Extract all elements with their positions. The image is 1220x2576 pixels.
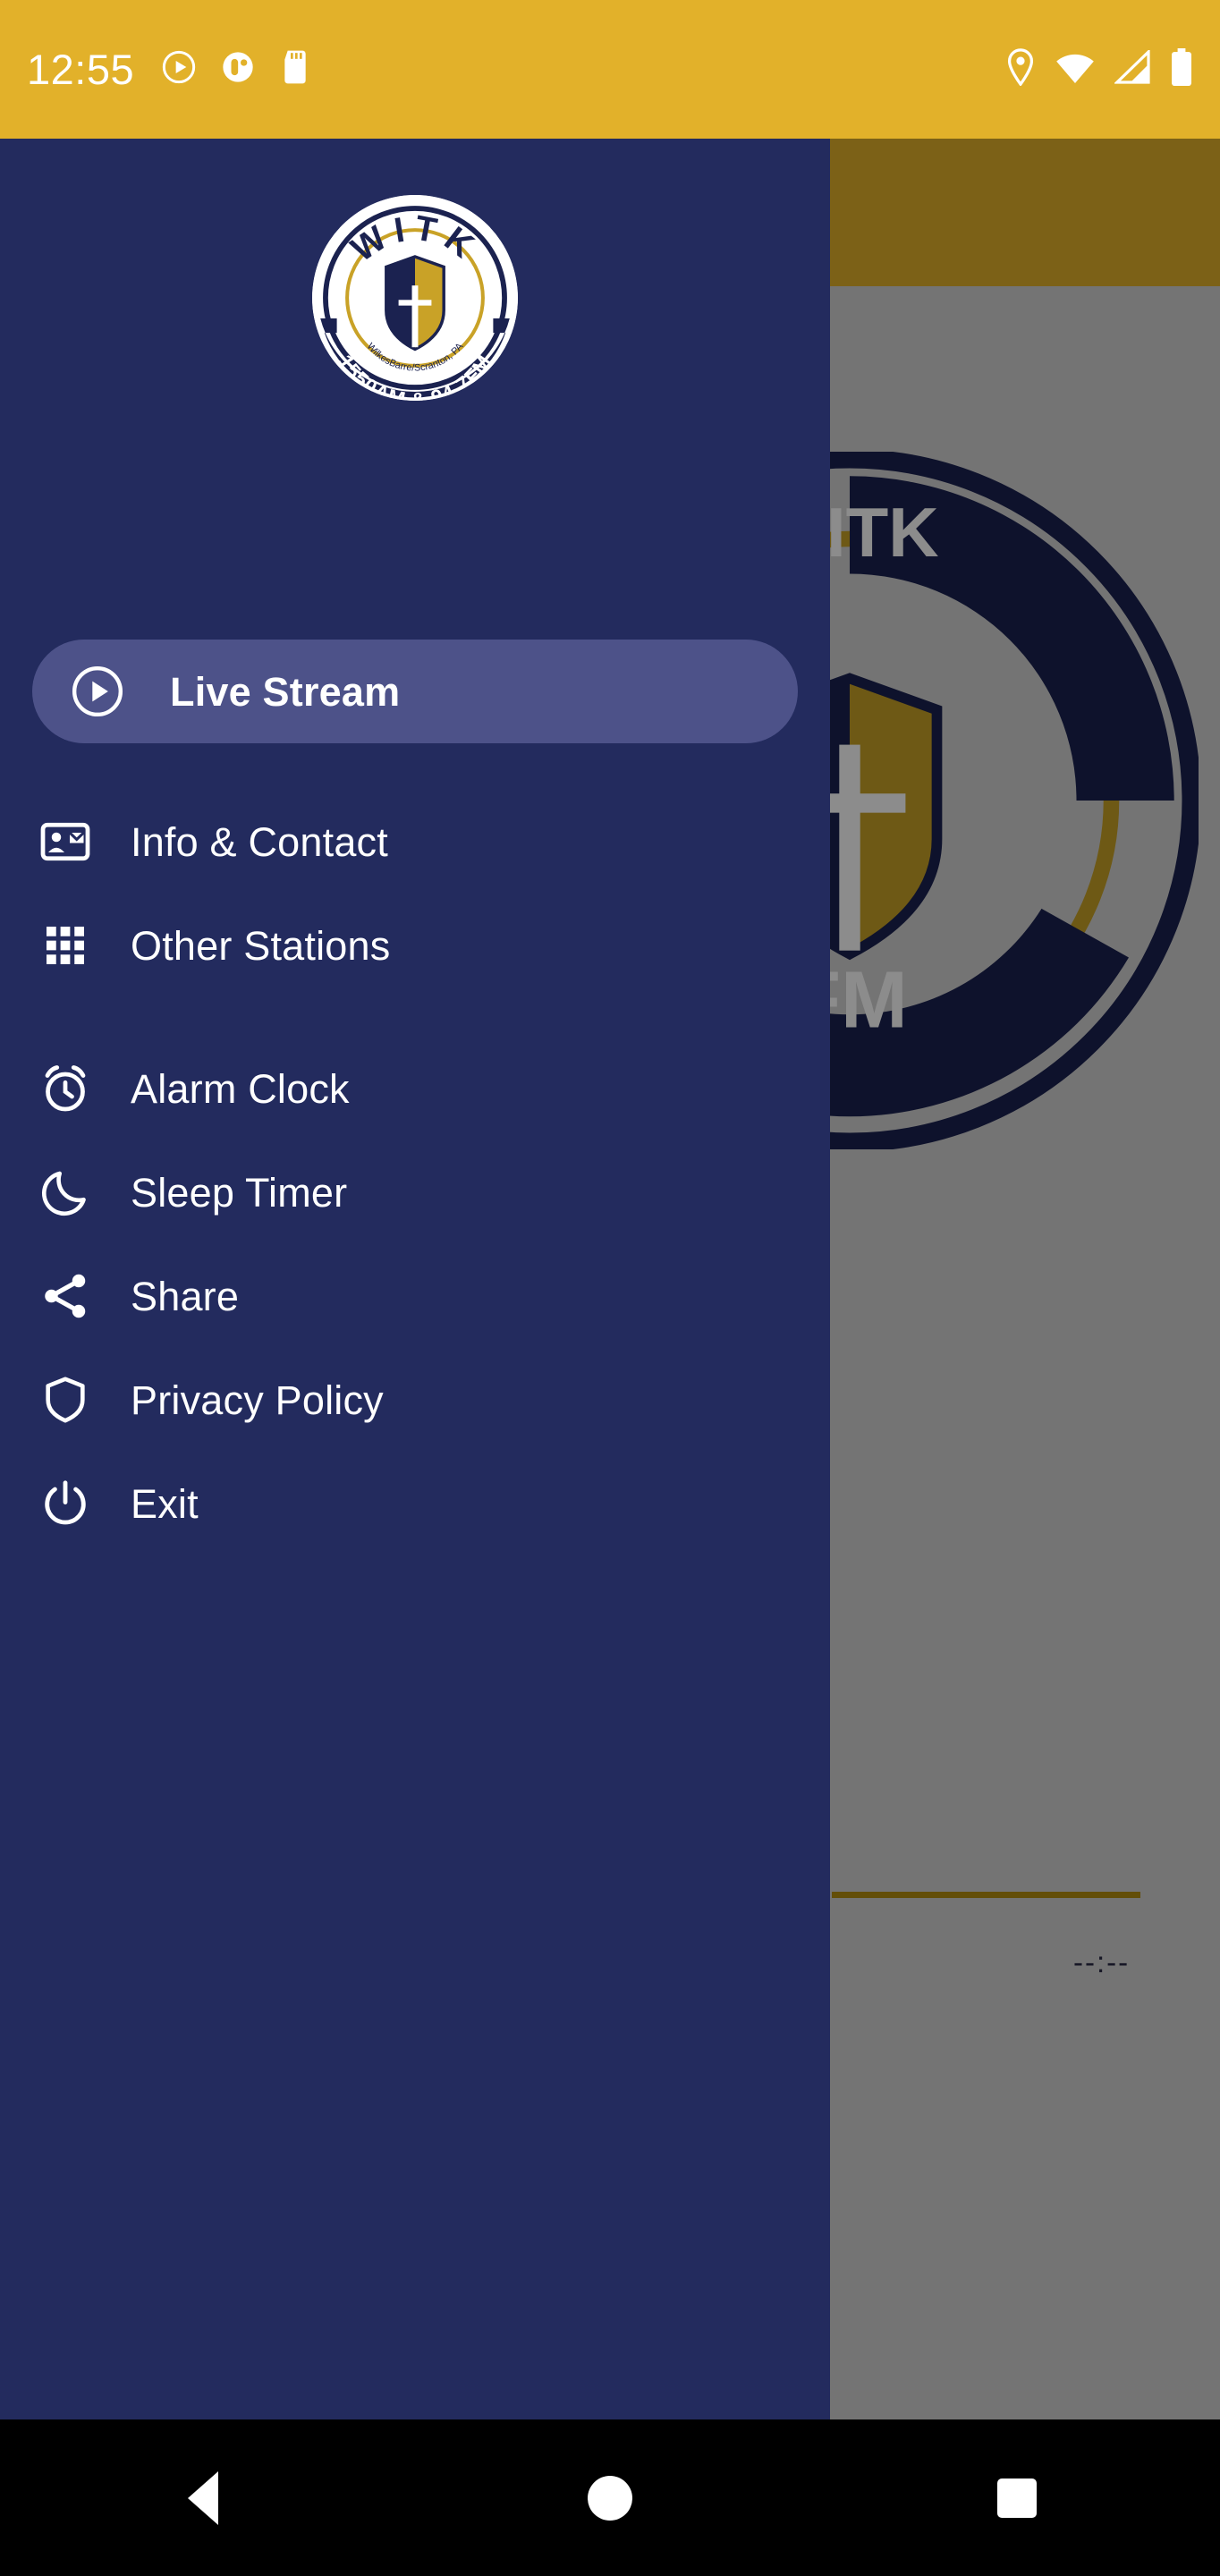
moon-icon [32, 1159, 98, 1225]
battery-icon [1170, 48, 1193, 90]
wifi-icon [1055, 50, 1095, 89]
menu-item-label: Share [131, 1273, 240, 1319]
nav-home-button[interactable] [543, 2419, 677, 2576]
menu-item-label: Alarm Clock [131, 1065, 350, 1112]
status-bar: 12:55 [0, 0, 1220, 139]
phone-screen: M WilkesBar… FM WITK --:-- [0, 0, 1220, 2576]
menu-spacer [0, 743, 830, 790]
android-navigation-bar [0, 2419, 1220, 2576]
status-bar-clock: 12:55 [27, 46, 135, 93]
shield-icon [32, 1367, 98, 1433]
menu-item-live-stream[interactable]: Live Stream [32, 640, 798, 743]
menu-item-label: Other Stations [131, 922, 391, 969]
navigation-drawer: WITK WilkesBarre/Scranton, PA 1550AM & 9… [0, 139, 830, 2419]
menu-item-exit[interactable]: Exit [0, 1452, 830, 1555]
play-circle-icon [64, 658, 131, 724]
sd-card-icon [279, 49, 311, 89]
triangle-back-icon [188, 2470, 219, 2525]
app-notification-icon [220, 49, 256, 89]
cellular-signal-icon [1114, 48, 1150, 89]
nav-recents-button[interactable] [950, 2419, 1084, 2576]
menu-spacer [0, 997, 830, 1037]
grid-apps-icon [32, 912, 98, 979]
drawer-menu-list: Live Stream Info & Contact Other Station… [0, 640, 830, 1555]
share-icon [32, 1263, 98, 1329]
status-bar-left-icons [161, 49, 311, 89]
circle-home-icon [587, 2475, 632, 2521]
menu-item-info-contact[interactable]: Info & Contact [0, 790, 830, 894]
menu-item-label: Privacy Policy [131, 1377, 384, 1423]
menu-item-sleep-timer[interactable]: Sleep Timer [0, 1140, 830, 1244]
nav-back-button[interactable] [136, 2419, 270, 2576]
status-bar-right-icons [1005, 48, 1193, 90]
drawer-station-logo: WITK WilkesBarre/Scranton, PA 1550AM & 9… [312, 195, 518, 401]
menu-item-label: Exit [131, 1480, 199, 1527]
location-pin-icon [1005, 48, 1036, 90]
menu-item-alarm-clock[interactable]: Alarm Clock [0, 1037, 830, 1140]
menu-item-privacy-policy[interactable]: Privacy Policy [0, 1348, 830, 1452]
play-circle-icon [161, 49, 197, 89]
menu-item-label: Info & Contact [131, 818, 388, 865]
menu-item-other-stations[interactable]: Other Stations [0, 894, 830, 997]
menu-item-label: Sleep Timer [131, 1169, 348, 1216]
square-recents-icon [996, 2478, 1037, 2518]
menu-item-label: Live Stream [170, 668, 401, 715]
contact-card-icon [32, 809, 98, 875]
alarm-clock-icon [32, 1055, 98, 1122]
power-icon [32, 1470, 98, 1537]
menu-item-share[interactable]: Share [0, 1244, 830, 1348]
